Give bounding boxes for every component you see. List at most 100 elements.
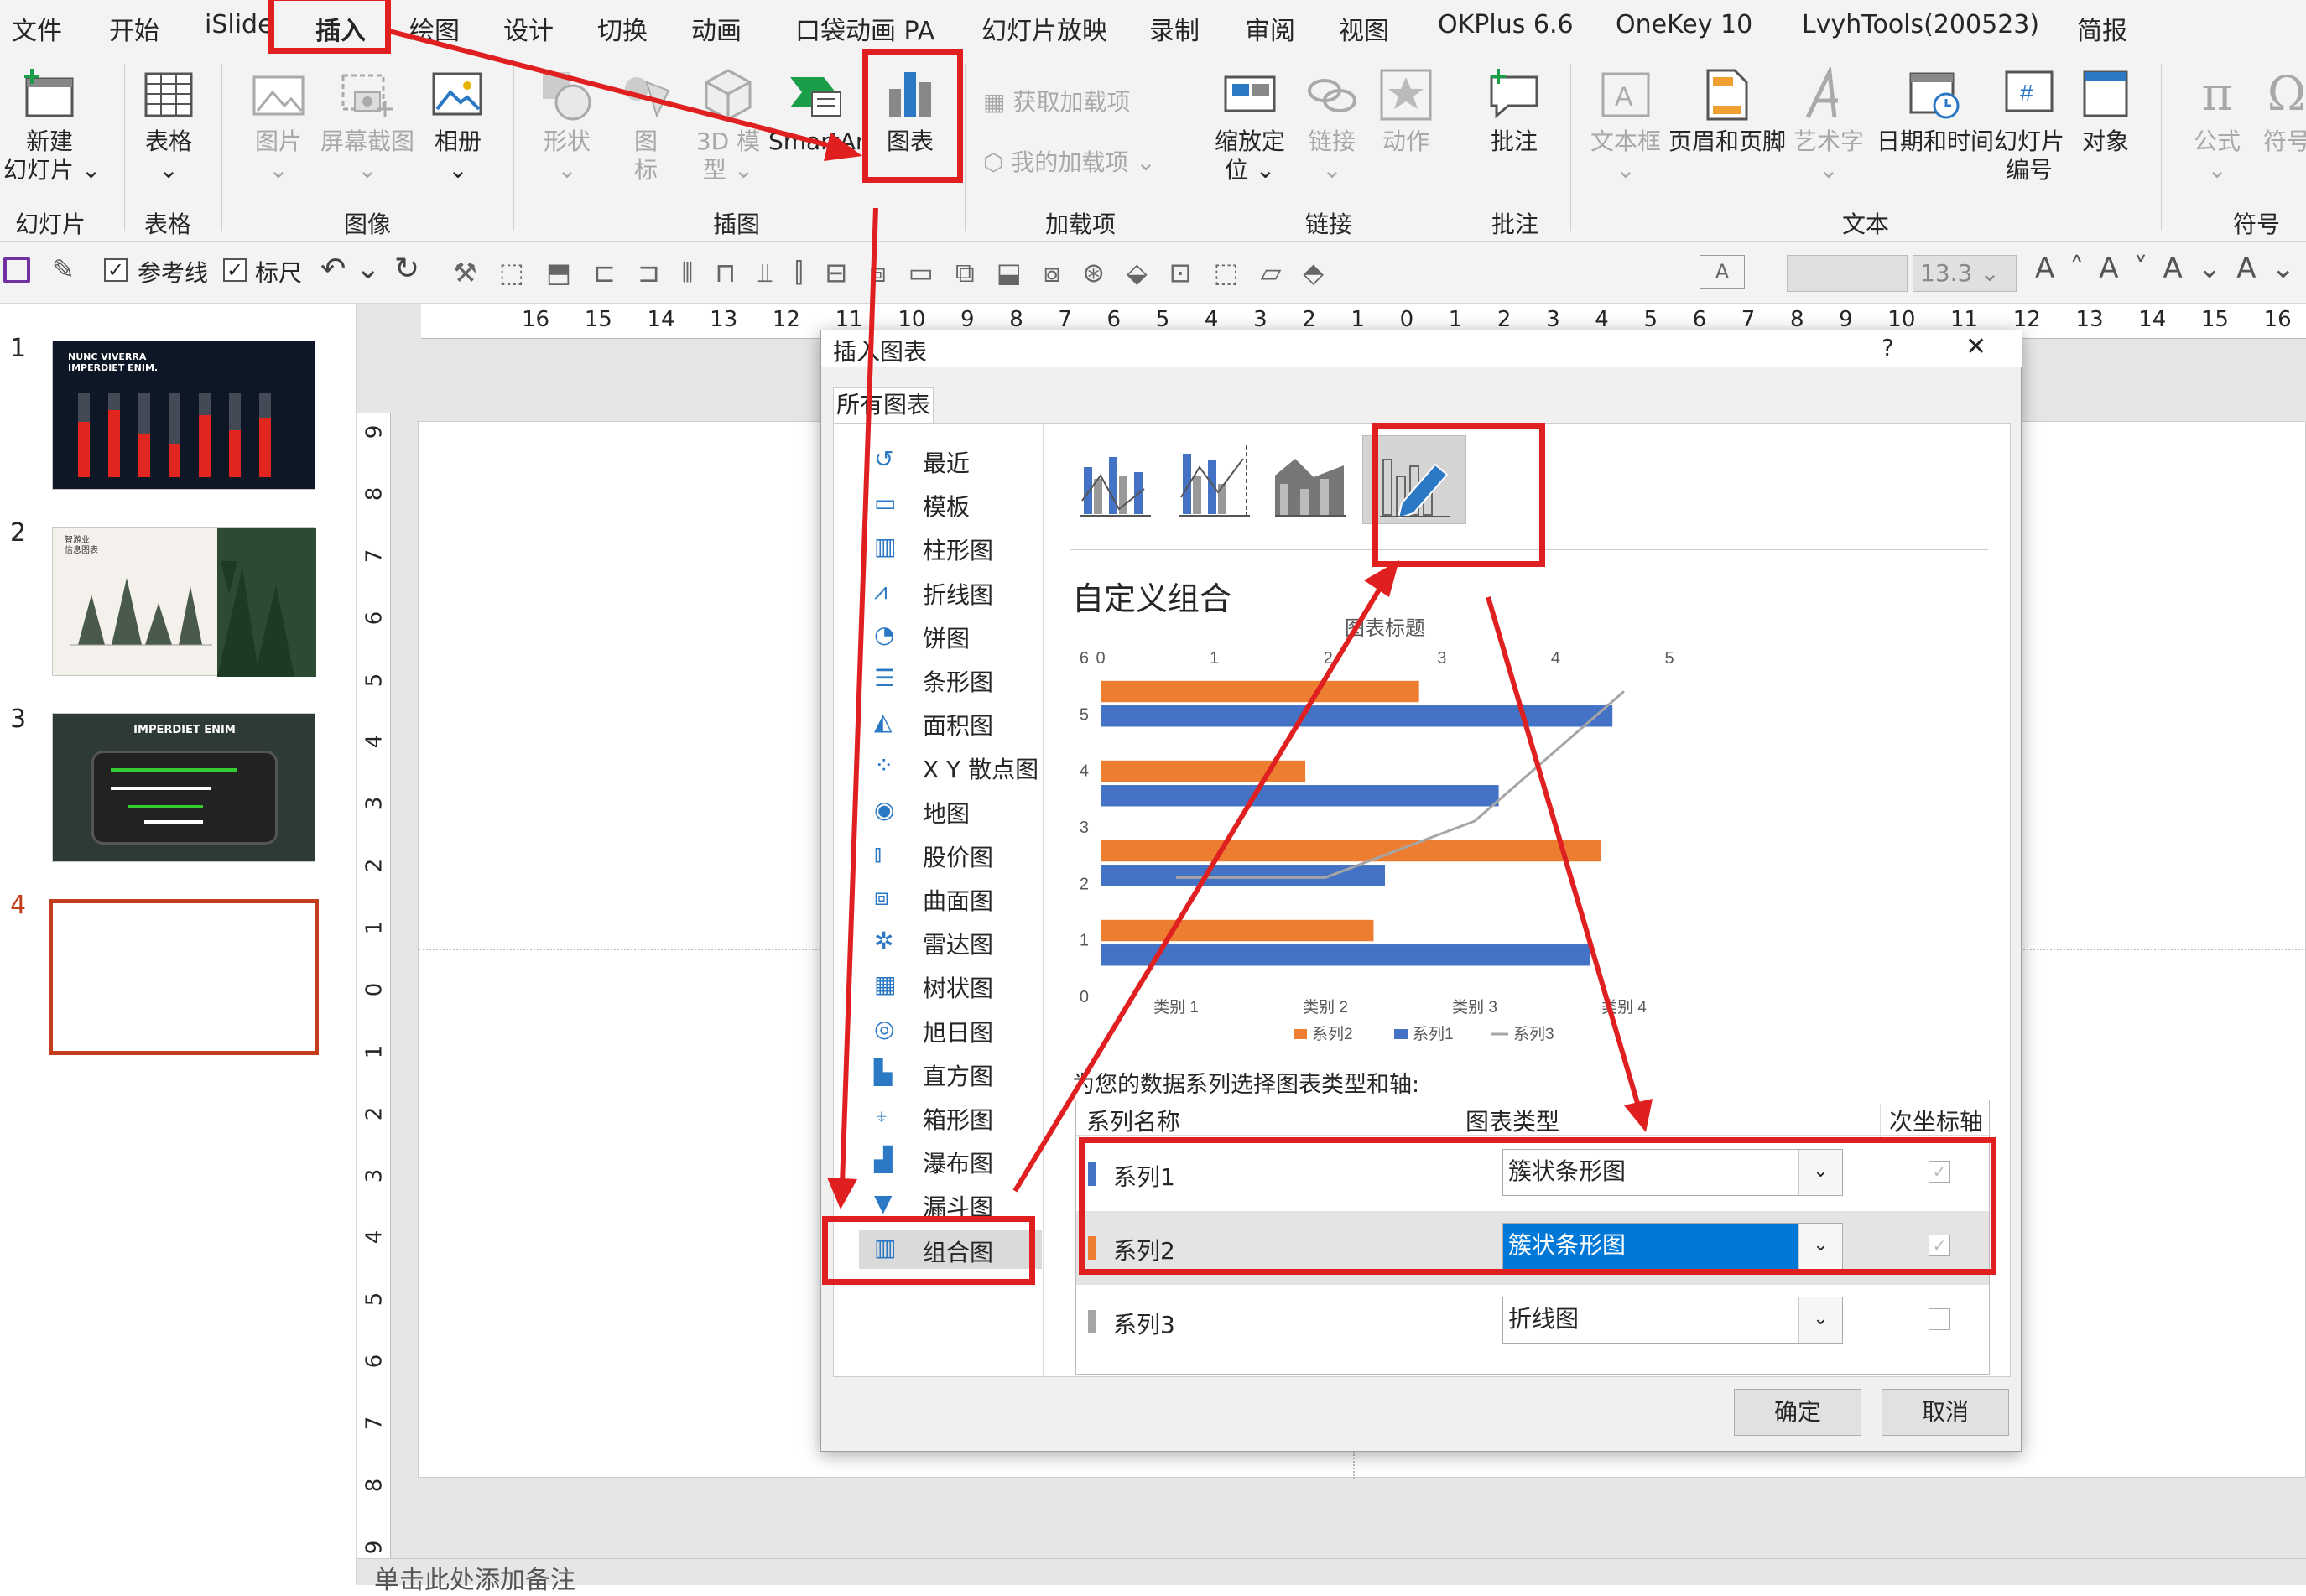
slide-thumbnail-1[interactable]: NUNC VIVERRA IMPERDIET ENIM. <box>52 341 315 490</box>
chart-type-scatter-chart[interactable]: ⁘ X Y 散点图 <box>874 751 1042 785</box>
chart-type-box-whisker-chart[interactable]: ⍖ 箱形图 <box>874 1102 1042 1136</box>
slide-1-bar-chart <box>78 393 271 477</box>
new-slide-button[interactable]: 新建 幻灯片 ⌄ <box>3 67 101 185</box>
combo-subtype-secondary-axis-icon[interactable] <box>1176 442 1252 517</box>
chart-type-bar-chart[interactable]: ☰ 条形图 <box>874 664 1042 698</box>
cancel-button[interactable]: 取消 <box>1882 1389 2009 1436</box>
chart-type-waterfall-chart[interactable]: ▟ 瀑布图 <box>874 1146 1042 1179</box>
equation-button[interactable]: π 公式 ⌄ <box>2181 67 2253 185</box>
font-size-select[interactable]: 13.3 ⌄ <box>1913 255 2017 292</box>
cube-icon <box>705 69 752 121</box>
chart-type-radar-chart[interactable]: ✲ 雷达图 <box>874 927 1042 960</box>
slide-thumbnail-2[interactable]: 智游业 信息图表 <box>52 527 316 677</box>
ruler-checkbox[interactable]: ✓ <box>223 258 247 282</box>
tab-pocket-animation[interactable]: 口袋动画 PA <box>795 10 934 47</box>
tab-brief[interactable]: 简报 <box>2077 10 2127 47</box>
3d-model-button[interactable]: 3D 模 型 ⌄ <box>686 67 770 185</box>
tab-transitions[interactable]: 切换 <box>597 10 648 47</box>
chart-type-template[interactable]: ▭ 模板 <box>874 489 1042 522</box>
chart-type-treemap-chart[interactable]: ▦ 树状图 <box>874 970 1042 1004</box>
tab-draw[interactable]: 绘图 <box>409 10 460 47</box>
save-icon[interactable] <box>3 257 30 283</box>
combo-subtype-stacked-area-column-icon[interactable] <box>1272 442 1347 517</box>
tab-file[interactable]: 文件 <box>12 10 62 47</box>
ruler-tick-label: 16 <box>522 307 550 332</box>
ruler-tick-label: 14 <box>647 307 675 332</box>
symbol-button[interactable]: Ω 符号 <box>2262 67 2306 156</box>
datetime-label: 日期和时间 <box>1876 127 1994 155</box>
guides-checkbox[interactable]: ✓ <box>104 258 128 282</box>
tab-okplus[interactable]: OKPlus 6.6 <box>1438 10 1574 39</box>
slide-thumbnail-4-selected[interactable] <box>49 899 319 1055</box>
datetime-button[interactable]: 日期和时间 <box>1871 67 2000 156</box>
format-painter-icon[interactable]: ✎ <box>52 253 75 285</box>
chart-type-line-chart[interactable]: ⩘ 折线图 <box>874 577 1042 611</box>
object-button[interactable]: 对象 <box>2072 67 2139 156</box>
chart-type-label: 条形图 <box>923 668 994 696</box>
chart-type-pie-chart[interactable]: ◔ 饼图 <box>874 621 1042 654</box>
tab-slideshow[interactable]: 幻灯片放映 <box>981 10 1107 47</box>
chart-type-area-chart[interactable]: ◭ 面积图 <box>874 708 1042 741</box>
textbox-button[interactable]: A 文本框 ⌄ <box>1589 67 1663 185</box>
font-name-select[interactable] <box>1787 255 1908 292</box>
align-tools-icons[interactable]: ⚒⬚⬒⊏⊐⫴⊓⫫⫿⊟⧈▭⧉⬓⧇⊛⬙⊡⬚▱⬘ <box>453 257 1678 287</box>
zoom-button[interactable]: 缩放定 位 ⌄ <box>1206 67 1294 185</box>
shapes-button[interactable]: 形状 ⌄ <box>532 67 602 185</box>
close-button[interactable]: ✕ <box>1965 332 1986 361</box>
redo-icon[interactable]: ↻ <box>394 252 419 286</box>
tab-view[interactable]: 视图 <box>1339 10 1389 47</box>
tab-home[interactable]: 开始 <box>109 10 159 47</box>
comment-button[interactable]: 批注 <box>1478 67 1550 156</box>
series-row[interactable]: 系列3 折线图 ⌄ <box>1076 1285 1989 1359</box>
wordart-button[interactable]: 艺术字 ⌄ <box>1792 67 1866 185</box>
album-button[interactable]: 相册 ⌄ <box>424 67 492 185</box>
chart-type-histogram-chart[interactable]: ▙ 直方图 <box>874 1058 1042 1092</box>
chart-type-surface-chart[interactable]: ⧈ 曲面图 <box>874 883 1042 917</box>
screenshot-button[interactable]: 屏幕截图 ⌄ <box>320 67 414 185</box>
chart-type-map-chart[interactable]: ◉ 地图 <box>874 796 1042 829</box>
table-button[interactable]: 表格 ⌄ <box>134 67 203 185</box>
secondary-axis-checkbox[interactable] <box>1929 1308 1950 1330</box>
group-label-symbols: 符号 <box>2233 211 2281 238</box>
font-grow-shrink-icons[interactable]: A˄A˅A⌄A⌄ <box>2035 252 2306 285</box>
tab-all-charts[interactable]: 所有图表 <box>833 387 934 423</box>
icons-label: 图 标 <box>633 127 658 184</box>
ok-button[interactable]: 确定 <box>1734 1389 1861 1436</box>
tab-design[interactable]: 设计 <box>503 10 554 47</box>
textbox-format-icon[interactable]: A <box>1700 255 1745 289</box>
picture-icon <box>252 75 305 116</box>
icons-button[interactable]: 图 标 <box>612 67 679 185</box>
my-addins-button[interactable]: ⬡ 我的加载项 ⌄ <box>983 144 1156 178</box>
highlight-series-rows <box>1079 1137 1996 1275</box>
chevron-down-icon[interactable]: ⌄ <box>1798 1297 1842 1343</box>
slide-number: 1 <box>10 334 27 363</box>
chart-type-stock-chart[interactable]: ⫾ 股价图 <box>874 840 1042 873</box>
undo-icon[interactable]: ↶ ⌄ <box>320 252 381 286</box>
chart-type-sunburst-chart[interactable]: ◎ 旭日图 <box>874 1015 1042 1048</box>
series-chart-type-select[interactable]: 折线图 ⌄ <box>1502 1297 1843 1344</box>
action-button[interactable]: 动作 <box>1372 67 1439 156</box>
header-footer-button[interactable]: 页眉和页脚 <box>1666 67 1788 156</box>
notes-pane[interactable]: 单击此处添加备注 <box>357 1558 2306 1595</box>
tab-lvyhtools[interactable]: LvyhTools(200523) <box>1802 10 2039 39</box>
chart-type-column-chart[interactable]: ▥ 柱形图 <box>874 533 1042 566</box>
ruler-tick-label: 7 <box>361 548 387 564</box>
bar-series1 <box>1101 705 1613 727</box>
combo-subtype-clustered-column-line-icon[interactable] <box>1077 442 1153 517</box>
tab-onekey[interactable]: OneKey 10 <box>1616 10 1752 39</box>
chart-type-recent[interactable]: ↺ 最近 <box>874 445 1042 479</box>
tab-animations[interactable]: 动画 <box>691 10 742 47</box>
tab-islide[interactable]: iSlide <box>205 10 273 39</box>
tab-review[interactable]: 审阅 <box>1245 10 1295 47</box>
chart-type-label: 折线图 <box>923 580 994 609</box>
slide-thumbnail-3[interactable]: IMPERDIET ENIM <box>52 713 315 862</box>
wordart-label: 艺术字 <box>1793 127 1864 155</box>
link-button[interactable]: 链接 ⌄ <box>1299 67 1366 185</box>
smartart-button[interactable]: SmartArt <box>768 67 861 156</box>
slide-number-button[interactable]: # 幻灯片 编号 <box>1991 67 2067 185</box>
help-button[interactable]: ? <box>1882 334 1894 361</box>
comment-icon <box>1490 69 1538 119</box>
tab-record[interactable]: 录制 <box>1149 10 1200 47</box>
picture-button[interactable]: 图片 ⌄ <box>245 67 312 185</box>
get-addins-button[interactable]: ▦ 获取加载项 <box>983 84 1130 117</box>
